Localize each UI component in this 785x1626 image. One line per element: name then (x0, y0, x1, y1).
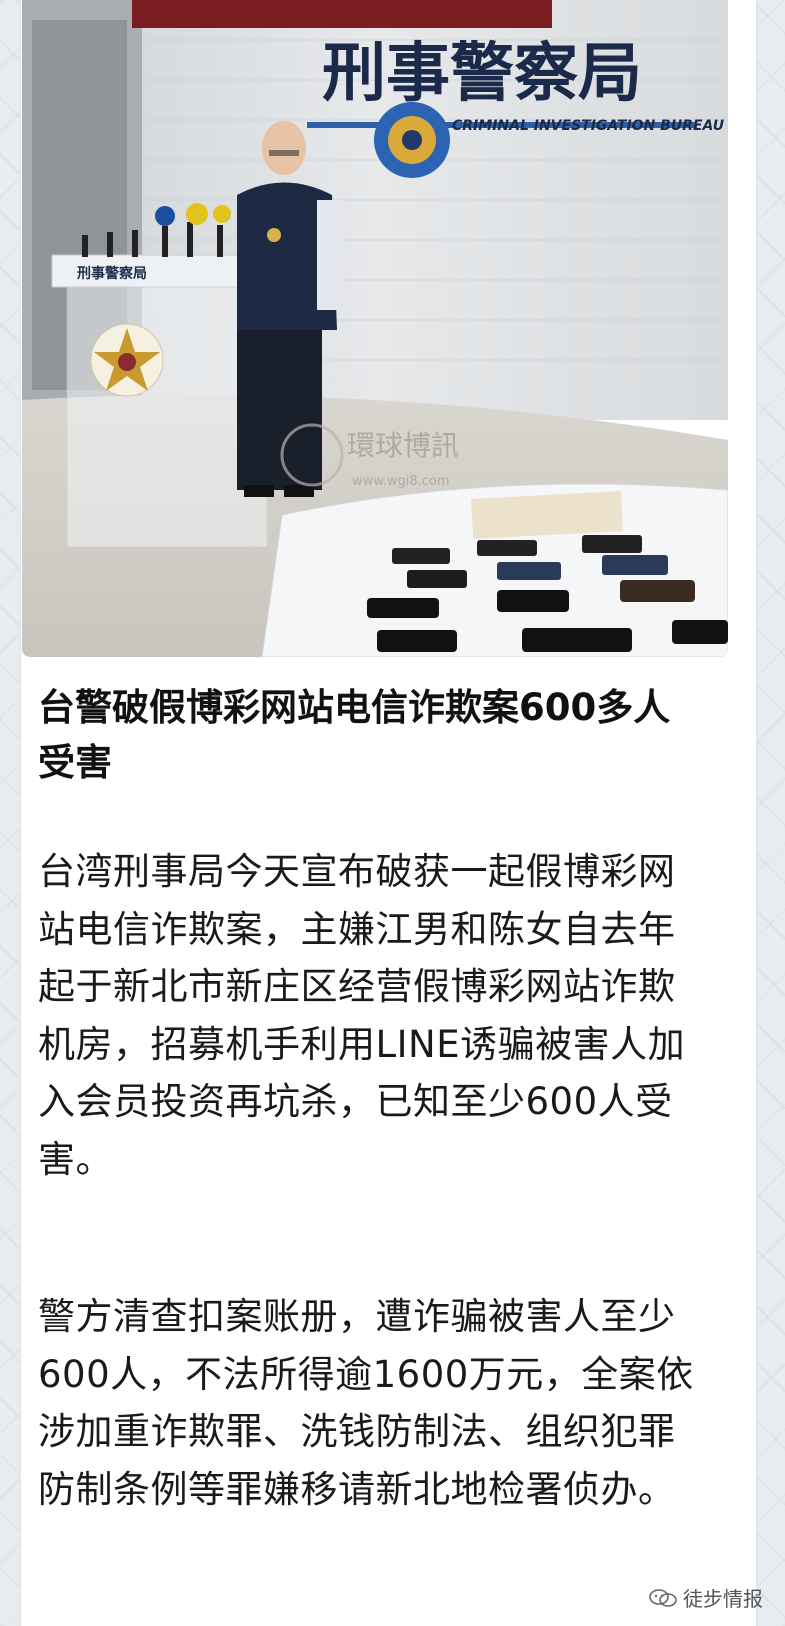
photo-watermark-url: www.wgi8.com (352, 474, 450, 489)
article-headline: 台警破假博彩网站电信诈欺案600多人受害 (38, 686, 671, 784)
photo-watermark: 環球博訊 (347, 429, 459, 462)
wall-sign-text: 刑事警察局 (322, 36, 642, 111)
watermark-label: 徒步情报 (683, 1587, 763, 1611)
article-paragraph-2: 警方清查扣案账册，遭诈骗被害人至少600人，不法所得逾1600万元，全案依涉加重… (38, 1295, 694, 1511)
footer-watermark: 徒步情报 (649, 1583, 763, 1612)
article-paragraph-1: 台湾刑事局今天宣布破获一起假博彩网站电信诈欺案，主嫌江男和陈女自去年起于新北市新… (38, 850, 686, 1181)
podium-sign: 刑事警察局 (77, 265, 147, 282)
wechat-icon (649, 1588, 677, 1607)
wall-sign-english: CRIMINAL INVESTIGATION BUREAU (452, 118, 725, 134)
press-conference-photo: 刑事警察局 CRIMINAL INVESTIGATION BUREAU 刑事警察… (22, 0, 728, 657)
speaker-head (262, 121, 306, 175)
